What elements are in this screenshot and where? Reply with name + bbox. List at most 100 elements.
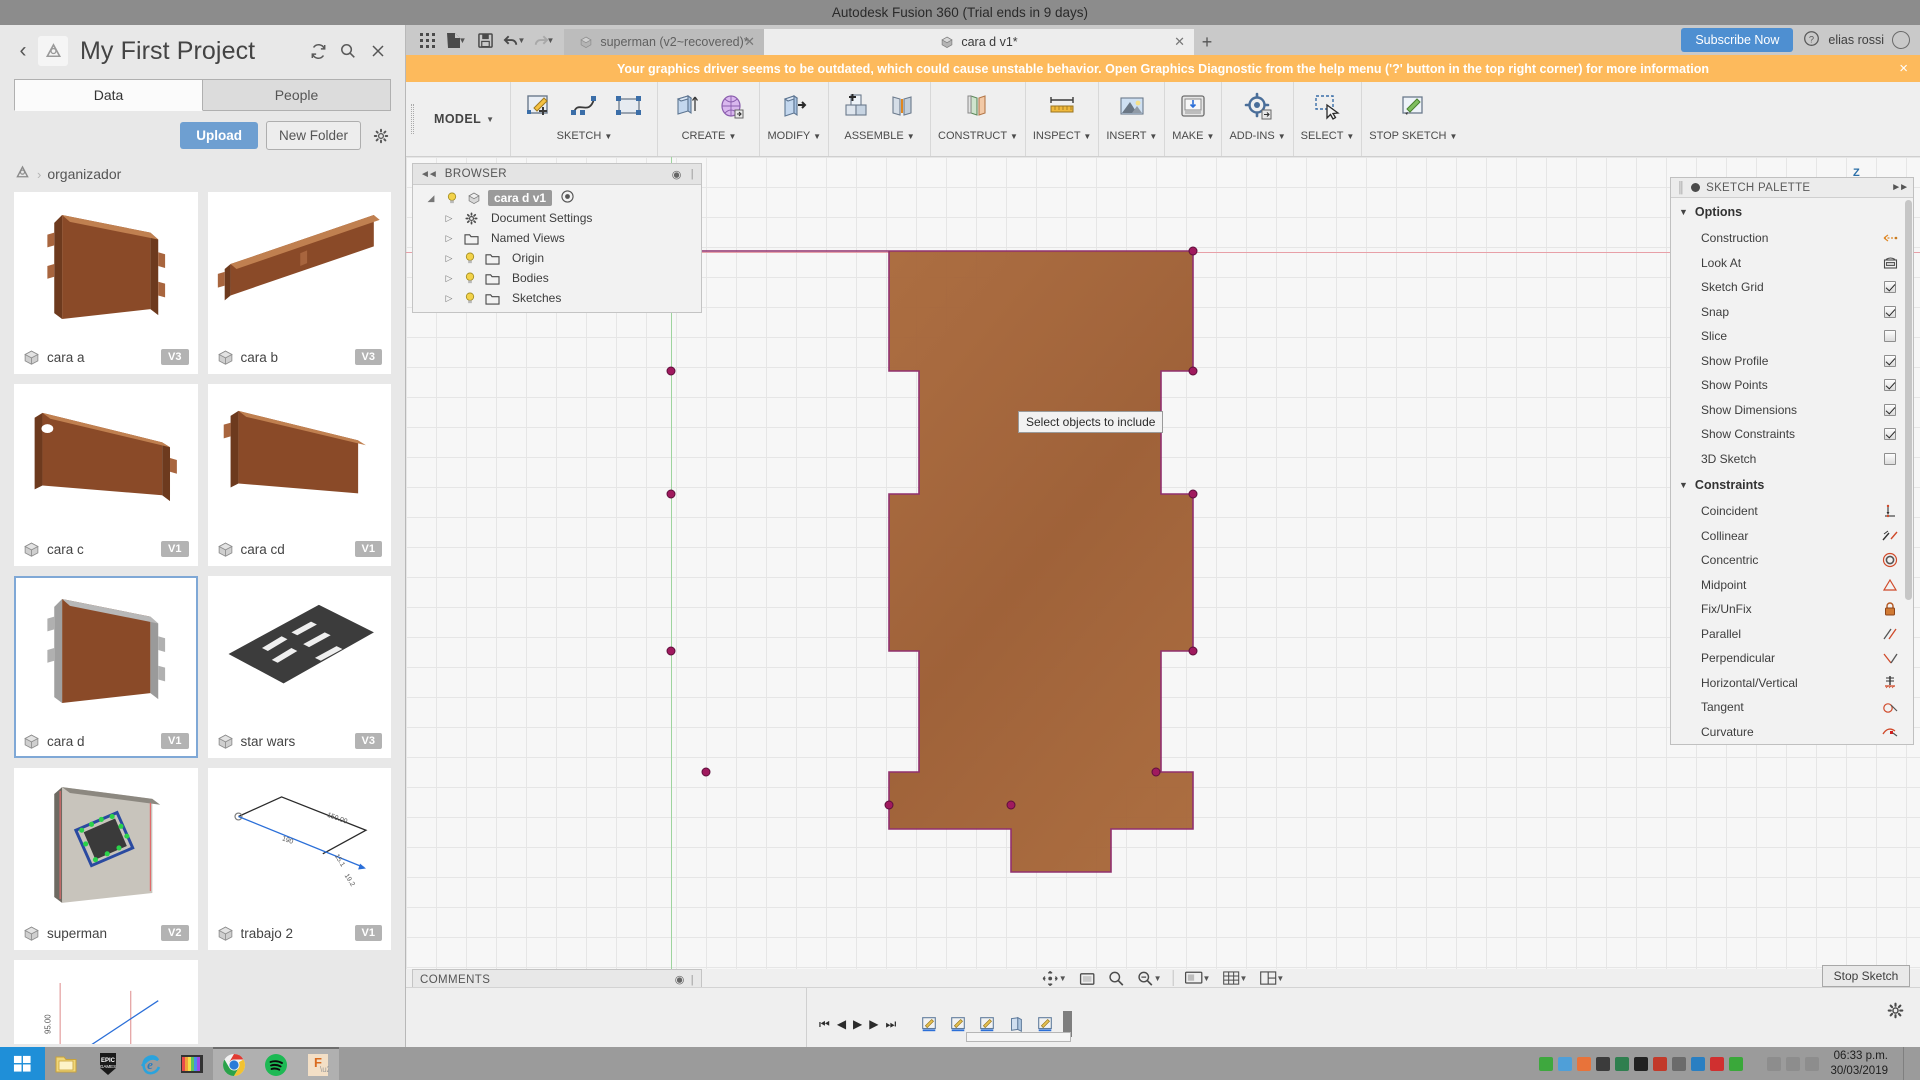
show-data-panel-icon[interactable] <box>414 27 440 53</box>
show-profile-checkbox[interactable] <box>1879 354 1901 367</box>
coincident-icon[interactable] <box>1879 504 1901 518</box>
new-folder-button[interactable]: New Folder <box>265 121 361 150</box>
offset-plane-icon[interactable] <box>957 86 999 126</box>
palette-row-horizontal-vertical[interactable]: Horizontal/Vertical <box>1671 671 1913 696</box>
tree-item-origin[interactable]: ▷ Origin <box>413 248 701 268</box>
ribbon-group-label[interactable]: SELECT ▼ <box>1301 130 1355 142</box>
tree-item-bodies[interactable]: ▷ Bodies <box>413 268 701 288</box>
tree-item-document-settings[interactable]: ▷ Document Settings <box>413 208 701 228</box>
taskbar-clock[interactable]: 06:33 p.m. 30/03/2019 <box>1824 1049 1898 1079</box>
palette-row-tangent[interactable]: Tangent <box>1671 695 1913 720</box>
document-tab-cara-d[interactable]: cara d v1* ✕ <box>764 29 1194 55</box>
expand-arrow-icon[interactable]: ▷ <box>441 273 457 284</box>
palette-row-curvature[interactable]: Curvature <box>1671 720 1913 745</box>
upload-button[interactable]: Upload <box>180 122 258 149</box>
spline-icon[interactable] <box>563 86 605 126</box>
3d-sketch-checkbox[interactable] <box>1879 452 1901 465</box>
light-bulb-icon[interactable] <box>444 192 460 205</box>
dropbox-icon[interactable] <box>1729 1056 1744 1071</box>
gear-icon[interactable] <box>369 124 393 148</box>
tree-item-sketches[interactable]: ▷ Sketches <box>413 288 701 308</box>
subscribe-now-button[interactable]: Subscribe Now <box>1681 28 1794 52</box>
windows-start-icon[interactable] <box>0 1047 45 1080</box>
palette-row-fix-unfix[interactable]: Fix/UnFix <box>1671 597 1913 622</box>
light-bulb-icon[interactable] <box>462 252 478 265</box>
chrome-icon[interactable] <box>213 1047 255 1080</box>
collinear-icon[interactable] <box>1879 529 1901 543</box>
network-icon[interactable] <box>1767 1056 1782 1071</box>
document-tab-superman[interactable]: superman (v2~recovered)* ✕ <box>564 29 764 55</box>
sync-icon[interactable] <box>1691 1056 1706 1071</box>
palette-row-show-constraints[interactable]: Show Constraints <box>1671 422 1913 447</box>
light-bulb-icon[interactable] <box>462 292 478 305</box>
list-item[interactable]: star wars V3 <box>207 576 391 758</box>
close-panel-icon[interactable] <box>363 36 393 66</box>
construction-icon[interactable] <box>1879 232 1901 244</box>
tree-item-cara-d[interactable]: ◢ cara d v1 <box>413 188 701 208</box>
palette-row-parallel[interactable]: Parallel <box>1671 622 1913 647</box>
scripts-addins-icon[interactable] <box>1237 86 1279 126</box>
step-back-icon[interactable]: ◀ <box>837 1017 846 1031</box>
browser-grip[interactable]: | <box>691 168 694 180</box>
collapse-left-icon[interactable]: ◄◄ <box>420 169 438 180</box>
eye-icon[interactable]: ◉ <box>675 973 685 986</box>
palette-row-collinear[interactable]: Collinear <box>1671 524 1913 549</box>
rectangle-icon[interactable] <box>608 86 650 126</box>
look-at-icon[interactable] <box>1879 256 1901 270</box>
tangent-icon[interactable] <box>1879 700 1901 714</box>
palette-row-coincident[interactable]: Coincident <box>1671 499 1913 524</box>
concentric-icon[interactable] <box>1879 552 1901 568</box>
show-constraints-checkbox[interactable] <box>1879 428 1901 441</box>
volume-icon[interactable] <box>1786 1056 1801 1071</box>
list-item[interactable]: cara b V3 <box>207 192 391 374</box>
3d-print-icon[interactable] <box>1172 86 1214 126</box>
list-item[interactable]: cara a V3 <box>14 192 198 374</box>
palette-row-perpendicular[interactable]: Perpendicular <box>1671 646 1913 671</box>
monitor-icon[interactable] <box>1596 1056 1611 1071</box>
ribbon-group-label[interactable]: CREATE ▼ <box>682 130 737 142</box>
stop-sketch-button[interactable]: Stop Sketch <box>1822 965 1910 987</box>
list-item[interactable]: superman V2 <box>14 768 198 950</box>
extrude-icon[interactable] <box>665 86 707 126</box>
list-item[interactable]: 95.00 <box>14 960 198 1044</box>
redo-icon[interactable]: ▼ <box>530 27 556 53</box>
expand-arrow-icon[interactable]: ◢ <box>423 193 439 204</box>
insert-image-icon[interactable] <box>1111 86 1153 126</box>
refresh-icon[interactable] <box>303 36 333 66</box>
new-tab-button[interactable]: + <box>1194 29 1220 55</box>
select-icon[interactable] <box>1306 86 1348 126</box>
section-constraints[interactable]: ▼ Constraints <box>1671 471 1913 499</box>
ribbon-group-label[interactable]: MAKE ▼ <box>1172 130 1214 142</box>
create-sketch-icon[interactable] <box>518 86 560 126</box>
pen-icon[interactable] <box>1558 1056 1573 1071</box>
speaker-icon[interactable] <box>1653 1056 1668 1071</box>
user-name[interactable]: elias rossi <box>1828 33 1884 47</box>
palette-row-show-dimensions[interactable]: Show Dimensions <box>1671 398 1913 423</box>
phone-icon[interactable] <box>1634 1056 1649 1071</box>
chevron-down-icon[interactable]: ▼ <box>1203 974 1211 983</box>
breadcrumb-home-icon[interactable] <box>14 164 31 184</box>
skip-start-icon[interactable]: ⏮ <box>819 1017 830 1032</box>
ribbon-group-label[interactable]: CONSTRUCT ▼ <box>938 130 1018 142</box>
battery-icon[interactable] <box>1748 1056 1763 1071</box>
search-icon[interactable] <box>333 36 363 66</box>
close-icon[interactable]: × <box>1899 60 1908 77</box>
stop-sketch-icon[interactable] <box>1392 86 1434 126</box>
curvature-icon[interactable] <box>1879 725 1901 739</box>
palette-row-concentric[interactable]: Concentric <box>1671 548 1913 573</box>
nvidia-icon[interactable] <box>1539 1056 1554 1071</box>
skip-end-icon[interactable]: ⏭ <box>886 1017 897 1032</box>
undo-icon[interactable]: ▼ <box>501 27 527 53</box>
palette-scrollbar[interactable] <box>1905 200 1912 600</box>
step-forward-icon[interactable]: ▶ <box>869 1017 878 1031</box>
midpoint-icon[interactable] <box>1879 578 1901 592</box>
list-item[interactable]: cara c V1 <box>14 384 198 566</box>
timeline-feature-sketch-3[interactable] <box>976 1014 998 1034</box>
save-icon[interactable] <box>472 27 498 53</box>
list-item[interactable]: 150.00 190 15.1 19.2 trabajo 2 V1 <box>207 768 391 950</box>
measure-icon[interactable] <box>1041 86 1083 126</box>
tree-item-named-views[interactable]: ▷ Named Views <box>413 228 701 248</box>
chevron-down-icon[interactable]: ▼ <box>1059 974 1067 983</box>
expand-arrow-icon[interactable]: ▷ <box>441 293 457 304</box>
ribbon-drag-handle[interactable] <box>406 82 418 156</box>
